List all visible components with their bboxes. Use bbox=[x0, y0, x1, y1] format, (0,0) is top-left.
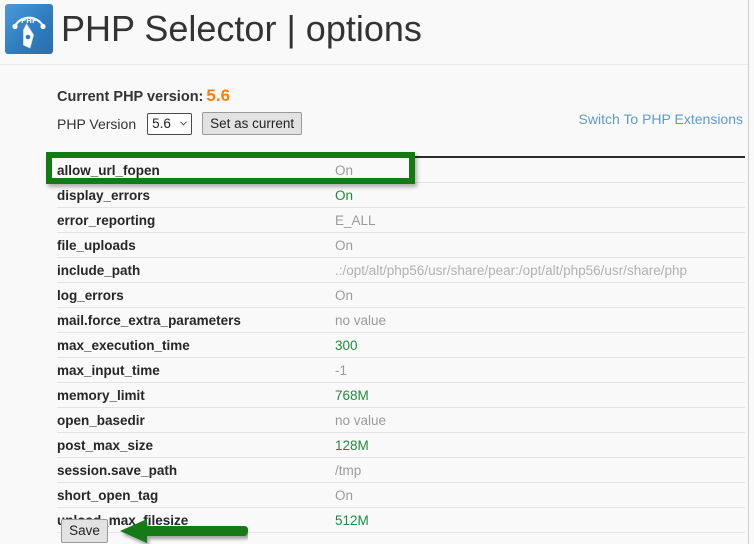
option-value[interactable]: 128M bbox=[335, 432, 745, 458]
option-value[interactable]: -1 bbox=[335, 357, 745, 383]
option-name: file_uploads bbox=[57, 232, 335, 258]
option-name: display_errors bbox=[57, 182, 335, 208]
option-name: allow_url_fopen bbox=[57, 157, 335, 183]
option-name: memory_limit bbox=[57, 382, 335, 408]
table-row: short_open_tag On bbox=[57, 482, 745, 508]
option-value[interactable]: no value bbox=[335, 307, 745, 333]
option-name: log_errors bbox=[57, 282, 335, 308]
table-row: max_execution_time 300 bbox=[57, 332, 745, 358]
current-php-version-label: Current PHP version: bbox=[57, 89, 204, 105]
php-version-controls: PHP Version 5.6 Set as current bbox=[57, 112, 303, 135]
option-name: error_reporting bbox=[57, 207, 335, 233]
table-row: include_path .:/opt/alt/php56/usr/share/p… bbox=[57, 257, 745, 283]
option-value[interactable]: 300 bbox=[335, 332, 745, 358]
table-row: post_max_size 128M bbox=[57, 432, 745, 458]
option-name: mail.force_extra_parameters bbox=[57, 307, 335, 333]
option-name: session.save_path bbox=[57, 457, 335, 483]
option-value[interactable]: On bbox=[335, 482, 745, 508]
option-value[interactable]: On bbox=[335, 182, 745, 208]
option-name: max_input_time bbox=[57, 357, 335, 383]
option-value[interactable]: On bbox=[335, 282, 745, 308]
php-version-select-wrap: 5.6 bbox=[147, 112, 193, 135]
table-row: error_reporting E_ALL bbox=[57, 207, 745, 233]
page-header: PHP PHP Selector | options bbox=[0, 0, 748, 65]
table-row: memory_limit 768M bbox=[57, 382, 745, 408]
option-value[interactable]: no value bbox=[335, 407, 745, 433]
option-name: open_basedir bbox=[57, 407, 335, 433]
php-gauge-icon: PHP bbox=[5, 4, 53, 54]
php-version-label: PHP Version bbox=[57, 115, 137, 132]
php-options-table-body: allow_url_fopen On display_errors On error_r… bbox=[57, 157, 745, 533]
option-value[interactable]: E_ALL bbox=[335, 207, 745, 233]
current-php-version-value: 5.6 bbox=[206, 86, 231, 105]
php-version-select[interactable]: 5.6 bbox=[147, 112, 193, 135]
php-options-table: allow_url_fopen On display_errors On error_r… bbox=[57, 156, 745, 533]
option-value[interactable]: 512M bbox=[335, 507, 745, 533]
table-row: upload_max_filesize 512M bbox=[57, 507, 745, 533]
option-name: max_execution_time bbox=[57, 332, 335, 358]
save-button[interactable]: Save bbox=[61, 519, 108, 543]
table-row: file_uploads On bbox=[57, 232, 745, 258]
svg-text:PHP: PHP bbox=[21, 17, 37, 25]
current-php-version: Current PHP version: 5.6 bbox=[57, 86, 230, 106]
table-row: mail.force_extra_parameters no value bbox=[57, 307, 745, 333]
page-title: PHP Selector | options bbox=[61, 8, 422, 49]
option-name: short_open_tag bbox=[57, 482, 335, 508]
option-name: include_path bbox=[57, 257, 335, 283]
viewport-scroll-gutter[interactable] bbox=[749, 0, 754, 544]
option-value[interactable]: 768M bbox=[335, 382, 745, 408]
option-value[interactable]: .:/opt/alt/php56/usr/share/pear:/opt/alt… bbox=[335, 257, 745, 283]
option-value[interactable]: On bbox=[335, 157, 745, 183]
switch-to-php-extensions-link[interactable]: Switch To PHP Extensions bbox=[579, 111, 743, 127]
table-row: log_errors On bbox=[57, 282, 745, 308]
table-row: session.save_path/tmp bbox=[57, 457, 745, 483]
table-row: allow_url_fopen On bbox=[57, 157, 745, 183]
table-row: max_input_time -1 bbox=[57, 357, 745, 383]
set-as-current-button[interactable]: Set as current bbox=[202, 112, 303, 135]
option-name: post_max_size bbox=[57, 432, 335, 458]
table-row: display_errors On bbox=[57, 182, 745, 208]
option-value[interactable]: /tmp bbox=[335, 457, 745, 483]
table-row: open_basedir no value bbox=[57, 407, 745, 433]
option-value[interactable]: On bbox=[335, 232, 745, 258]
